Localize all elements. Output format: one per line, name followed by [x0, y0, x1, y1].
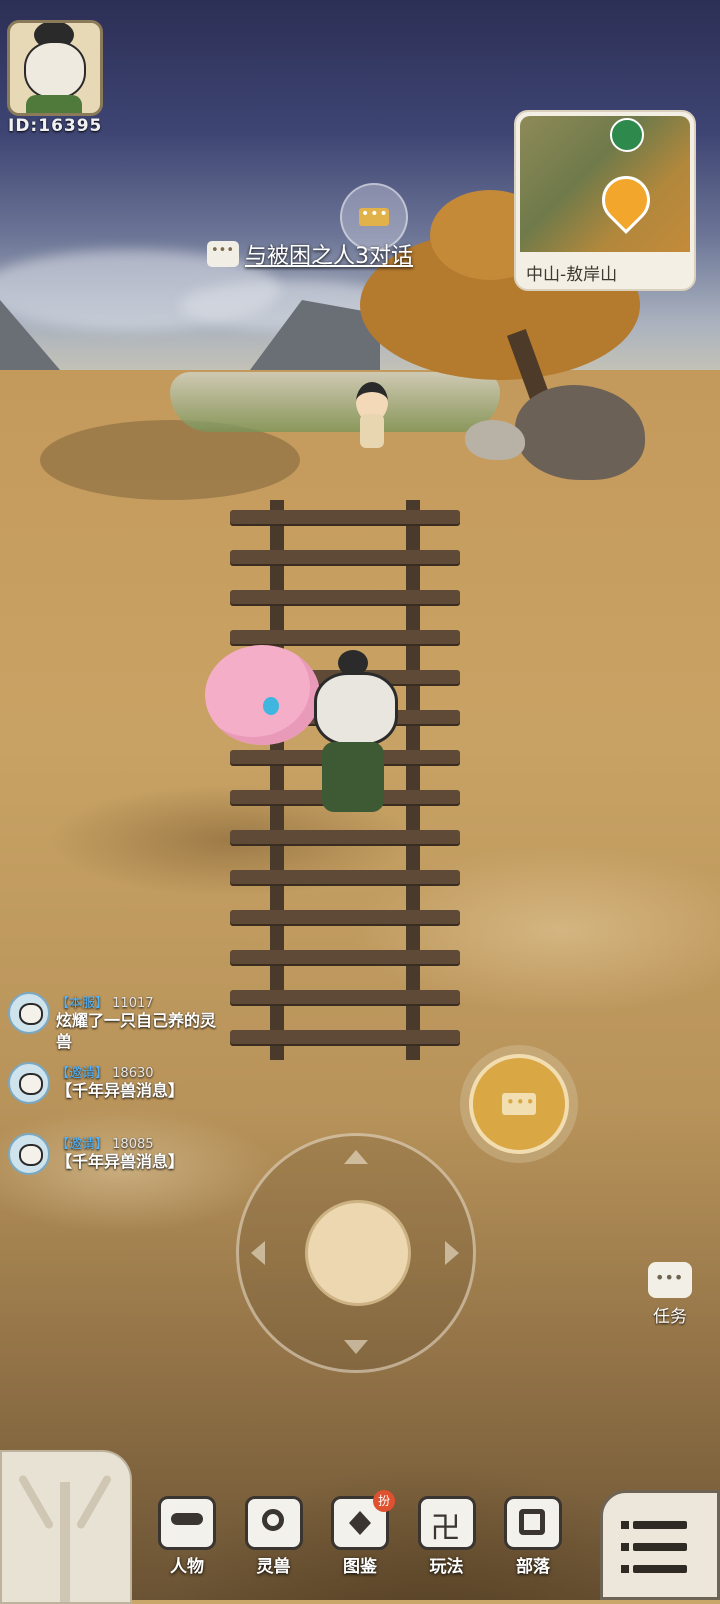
skill-tree-button[interactable]: [0, 1450, 132, 1604]
ladder-rung: [230, 550, 460, 564]
chat-icon: [359, 206, 389, 226]
nav-label: 玩法: [429, 1557, 464, 1577]
nav-label: 图鉴: [343, 1557, 377, 1577]
chat-channel-tag: 【邀请】: [56, 1066, 109, 1081]
arrow-right-icon: [445, 1241, 459, 1265]
swastika-icon: [417, 1496, 476, 1550]
chat-channel-tag: 【邀请】: [56, 1137, 109, 1152]
player-mask: [314, 672, 398, 746]
quest-hint[interactable]: 与被困之人3对话: [207, 238, 413, 270]
chat-message[interactable]: 【邀请】 18085 【千年异兽消息】: [8, 1133, 248, 1177]
ladder-rung: [230, 630, 460, 644]
quest-hint-text: 与被困之人3对话: [245, 244, 413, 269]
arrow-left-icon: [251, 1241, 265, 1265]
menu-dot: [621, 1565, 629, 1573]
nav-label: 部落: [516, 1557, 550, 1577]
npc-trapped-person[interactable]: [350, 380, 394, 460]
nav-label: 灵兽: [256, 1557, 291, 1577]
tree-icon: [60, 1482, 70, 1602]
ladder-rung: [230, 990, 460, 1004]
main-menu-button[interactable]: [600, 1490, 720, 1600]
pet-eye: [263, 697, 279, 715]
chat-user-id: 18085: [112, 1137, 154, 1152]
npc-body: [360, 414, 384, 448]
chat-header: 【本服】 11017: [56, 992, 154, 1011]
chat-text: 【千年异兽消息】: [56, 1081, 185, 1100]
ladder-rung: [230, 830, 460, 844]
avatar-face: [24, 41, 86, 99]
chat-message[interactable]: 【邀请】 18630 【千年异兽消息】: [8, 1062, 248, 1106]
nav-character[interactable]: 人物: [150, 1492, 224, 1600]
ladder-rung: [230, 590, 460, 604]
tree-branch: [17, 1474, 55, 1530]
chat-bubble-icon: [207, 241, 239, 267]
nav-atlas[interactable]: 扮 图鉴: [323, 1490, 397, 1600]
chat-avatar: [8, 1062, 50, 1104]
minimap[interactable]: 中山-敖岸山: [514, 110, 696, 291]
ladder-rung: [230, 910, 460, 924]
player-character[interactable]: [308, 650, 398, 830]
ladder-rung: [230, 510, 460, 524]
player-torso: [322, 742, 384, 812]
menu-dot: [621, 1543, 629, 1551]
ladder-rung: [230, 870, 460, 884]
chat-avatar: [8, 992, 50, 1034]
teleport-icon[interactable]: [610, 118, 644, 152]
chat-channel-tag: 【本服】: [56, 996, 109, 1011]
mud-patch: [40, 420, 300, 500]
rock: [465, 420, 525, 460]
task-chat-icon: [648, 1262, 692, 1298]
movement-joystick[interactable]: [236, 1133, 476, 1373]
talk-button-face: [469, 1054, 569, 1154]
nav-gameplay[interactable]: 玩法: [410, 1492, 484, 1600]
menu-icon: [621, 1521, 629, 1529]
chat-text: 炫耀了一只自己养的灵兽: [56, 1011, 217, 1051]
chat-icon: [502, 1093, 536, 1115]
ladder-rung: [230, 1030, 460, 1044]
arrow-up-icon: [344, 1150, 368, 1164]
chat-message[interactable]: 【本服】 11017 炫耀了一只自己养的灵兽: [8, 992, 248, 1054]
nav-tribe[interactable]: 部落: [496, 1492, 570, 1600]
chat-text: 【千年异兽消息】: [56, 1152, 185, 1171]
task-button[interactable]: 任务: [640, 1262, 700, 1327]
nav-label: 人物: [170, 1557, 204, 1577]
menu-line: [633, 1543, 687, 1551]
chat-avatar: [8, 1133, 50, 1175]
chat-user-id: 11017: [112, 996, 154, 1011]
player-avatar-button[interactable]: [7, 20, 103, 116]
chat-header: 【邀请】 18085: [56, 1133, 154, 1152]
player-id-label: ID:16395: [8, 116, 103, 136]
tree-branch: [75, 1474, 113, 1530]
beast-icon: [244, 1496, 303, 1550]
minimap-terrain: [520, 116, 690, 252]
tribe-icon: [504, 1496, 562, 1550]
ladder-rail: [406, 500, 420, 1060]
chat-user-id: 18630: [112, 1066, 154, 1081]
talk-action-button[interactable]: [460, 1045, 578, 1163]
ladder-rung: [230, 950, 460, 964]
avatar-shirt: [26, 95, 82, 113]
bottom-nav: 人物 灵兽 扮 图鉴 玩法 部落: [150, 1490, 570, 1600]
ladder-rail: [270, 500, 284, 1060]
nav-spirit-beast[interactable]: 灵兽: [237, 1492, 311, 1600]
pink-pig-pet[interactable]: [205, 645, 320, 745]
arrow-down-icon: [344, 1340, 368, 1354]
minimap-location-name: 中山-敖岸山: [526, 265, 618, 285]
menu-line: [633, 1565, 687, 1573]
menu-line: [633, 1521, 687, 1529]
joystick-knob[interactable]: [305, 1200, 411, 1306]
chat-header: 【邀请】 18630: [56, 1062, 154, 1081]
mask-icon: [158, 1496, 216, 1550]
reeds: [170, 372, 500, 432]
task-label: 任务: [653, 1307, 687, 1327]
notification-badge: 扮: [373, 1490, 395, 1512]
